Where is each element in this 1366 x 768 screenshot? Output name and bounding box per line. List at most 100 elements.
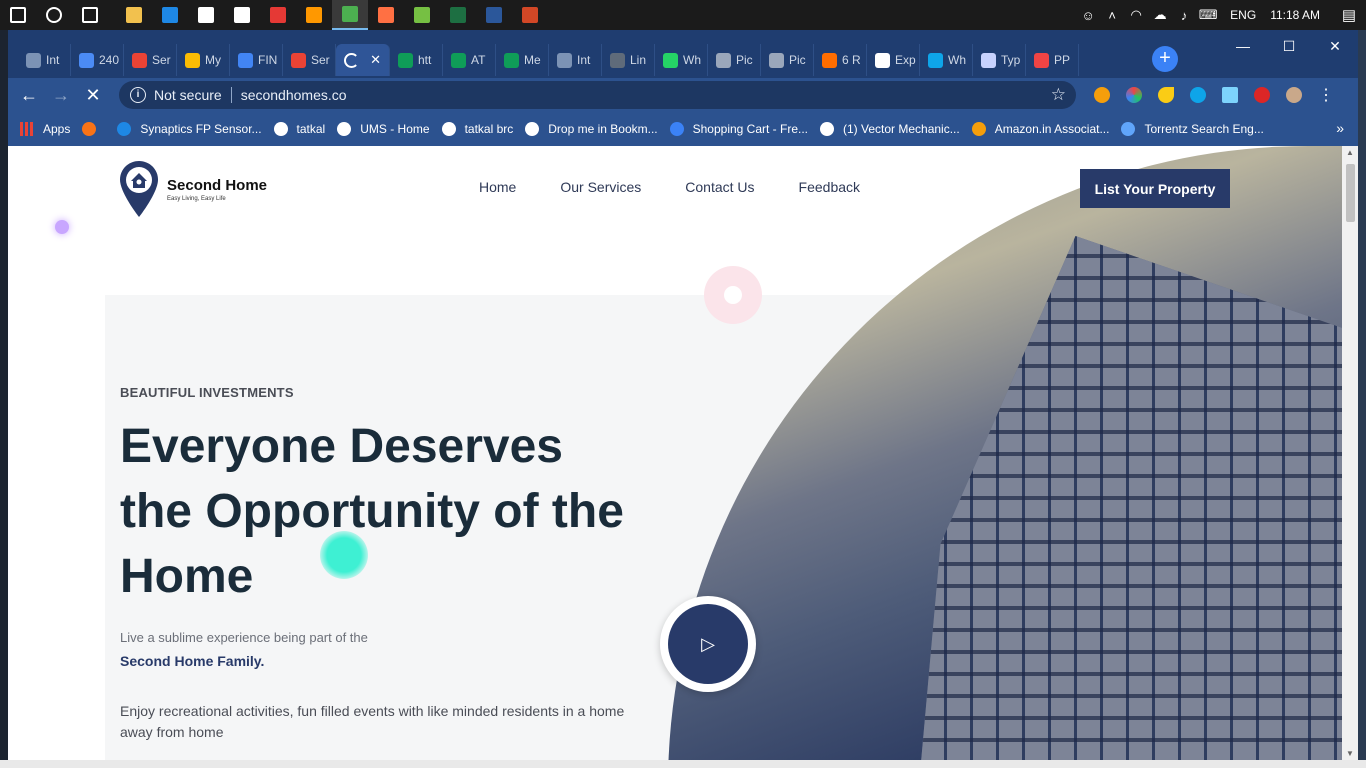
taskbar-file-explorer-button[interactable]: [116, 0, 152, 30]
browser-tab[interactable]: 240: [71, 44, 124, 76]
bookmark-favicon-icon: [117, 122, 132, 136]
maximize-button[interactable]: ☐: [1266, 30, 1312, 62]
taskbar-firefox-button[interactable]: [368, 0, 404, 30]
play-video-button[interactable]: ▷: [660, 596, 756, 692]
taskbar-store-button[interactable]: [188, 0, 224, 30]
excel-icon: [450, 7, 466, 23]
bookmark-star-icon[interactable]: ☆: [1051, 85, 1066, 105]
browser-tab[interactable]: AT: [443, 44, 496, 76]
taskbar-word-button[interactable]: [476, 0, 512, 30]
sublime-icon: [306, 7, 322, 23]
browser-tab[interactable]: Ser: [283, 44, 336, 76]
close-tab-icon[interactable]: ✕: [370, 52, 381, 68]
forward-button[interactable]: →: [46, 78, 76, 112]
browser-tab[interactable]: Typ: [973, 44, 1026, 76]
extension-4[interactable]: [1182, 87, 1214, 103]
scroll-up-icon[interactable]: ▲: [1346, 148, 1354, 157]
cloud-icon[interactable]: ☁: [1148, 7, 1172, 23]
chevron-up-icon[interactable]: ˄: [1100, 8, 1124, 23]
close-window-button[interactable]: ✕: [1312, 30, 1358, 62]
browser-tab[interactable]: Lin: [602, 44, 655, 76]
clock[interactable]: 11:18 AM: [1266, 8, 1332, 22]
bookmark-item[interactable]: UMS - Home: [337, 122, 430, 136]
browser-tab[interactable]: Me: [496, 44, 549, 76]
tab-label: 240: [99, 53, 120, 67]
browser-tab[interactable]: My: [177, 44, 230, 76]
browser-tab[interactable]: Pic: [708, 44, 761, 76]
page-scrollbar[interactable]: ▲ ▼: [1342, 146, 1358, 760]
extension-2[interactable]: [1118, 87, 1150, 103]
brand-text: Second Home Easy Living, Easy Life: [167, 177, 267, 202]
info-icon[interactable]: i: [130, 87, 146, 103]
tab-favicon-icon: [981, 52, 996, 68]
circle-blue-icon: [1190, 87, 1206, 103]
browser-tab[interactable]: htt: [390, 44, 443, 76]
taskbar-pocketcasts-button[interactable]: [260, 0, 296, 30]
volume-icon[interactable]: ♪: [1172, 8, 1196, 23]
nav-link-feedback[interactable]: Feedback: [799, 179, 860, 195]
extension-1[interactable]: [1086, 87, 1118, 103]
taskbar-task-view-button[interactable]: [72, 0, 108, 30]
browser-tab[interactable]: Wh: [655, 44, 708, 76]
address-bar[interactable]: i Not secure secondhomes.co ☆: [119, 81, 1076, 109]
tab-label: 6 R: [842, 53, 861, 67]
taskbar-chrome-button[interactable]: [332, 0, 368, 30]
scroll-down-icon[interactable]: ▼: [1346, 749, 1354, 758]
new-tab-button[interactable]: +: [1152, 46, 1178, 72]
minimize-button[interactable]: —: [1220, 30, 1266, 62]
bookmark-item[interactable]: Apps: [20, 122, 70, 136]
nav-link-home[interactable]: Home: [479, 179, 516, 195]
browser-tab[interactable]: Exp: [867, 44, 920, 76]
browser-tab[interactable]: PP: [1026, 44, 1079, 76]
browser-tab[interactable]: 6 R: [814, 44, 867, 76]
extension-3[interactable]: [1150, 87, 1182, 103]
taskbar-edge-button[interactable]: [152, 0, 188, 30]
wifi-icon[interactable]: ◠: [1124, 7, 1148, 23]
bookmark-item[interactable]: [82, 122, 105, 136]
browser-tab[interactable]: Int: [549, 44, 602, 76]
bookmark-item[interactable]: Drop me in Bookm...: [525, 122, 658, 136]
extension-6[interactable]: [1246, 87, 1278, 103]
chrome-menu-button[interactable]: ⋮: [1310, 85, 1342, 105]
people-icon[interactable]: ☺: [1076, 8, 1100, 23]
browser-tab[interactable]: Ser: [124, 44, 177, 76]
bookmark-item[interactable]: Shopping Cart - Fre...: [669, 122, 808, 136]
bookmark-label: tatkal brc: [464, 122, 514, 136]
bookmark-item[interactable]: tatkal: [273, 122, 325, 136]
list-property-button[interactable]: List Your Property: [1080, 169, 1230, 208]
browser-tab[interactable]: Pic: [761, 44, 814, 76]
nav-link-our-services[interactable]: Our Services: [560, 179, 641, 195]
scrollbar-thumb[interactable]: [1346, 164, 1355, 222]
browser-tab[interactable]: ✕: [336, 44, 390, 76]
taskbar-cortana-button[interactable]: [36, 0, 72, 30]
bookmark-label: Synaptics FP Sensor...: [140, 122, 262, 136]
taskbar-sublime-button[interactable]: [296, 0, 332, 30]
back-button[interactable]: ←: [14, 78, 44, 112]
extension-5[interactable]: [1214, 87, 1246, 103]
bookmark-item[interactable]: (1) Vector Mechanic...: [820, 122, 960, 136]
browser-tab[interactable]: Wh: [920, 44, 973, 76]
profile-avatar[interactable]: [1278, 87, 1310, 103]
taskbar-mail-button[interactable]: [224, 0, 260, 30]
taskbar-utorrent-button[interactable]: [404, 0, 440, 30]
bookmarks-overflow-icon[interactable]: »: [1336, 120, 1344, 136]
keyboard-icon[interactable]: ⌨: [1196, 7, 1220, 23]
site-logo[interactable]: Second Home Easy Living, Easy Life: [120, 161, 267, 217]
browser-tab[interactable]: FIN: [230, 44, 283, 76]
taskbar-icons: [0, 0, 548, 30]
taskbar-windows-start-button[interactable]: [0, 0, 36, 30]
bookmark-item[interactable]: tatkal brc: [441, 122, 514, 136]
bookmark-item[interactable]: Amazon.in Associat...: [971, 122, 1110, 136]
language-indicator[interactable]: ENG: [1220, 8, 1266, 22]
bookmark-item[interactable]: Torrentz Search Eng...: [1121, 122, 1264, 136]
notification-icon[interactable]: ▤: [1332, 6, 1366, 24]
bookmark-item[interactable]: Synaptics FP Sensor...: [117, 122, 262, 136]
bookmark-label: Amazon.in Associat...: [994, 122, 1110, 136]
taskbar-excel-button[interactable]: [440, 0, 476, 30]
stop-loading-button[interactable]: ✕: [78, 78, 108, 112]
nav-link-contact-us[interactable]: Contact Us: [685, 179, 754, 195]
url-text[interactable]: secondhomes.co: [241, 87, 347, 103]
browser-tab[interactable]: Int: [18, 44, 71, 76]
taskbar-powerpoint-button[interactable]: [512, 0, 548, 30]
tab-label: Exp: [895, 53, 916, 67]
